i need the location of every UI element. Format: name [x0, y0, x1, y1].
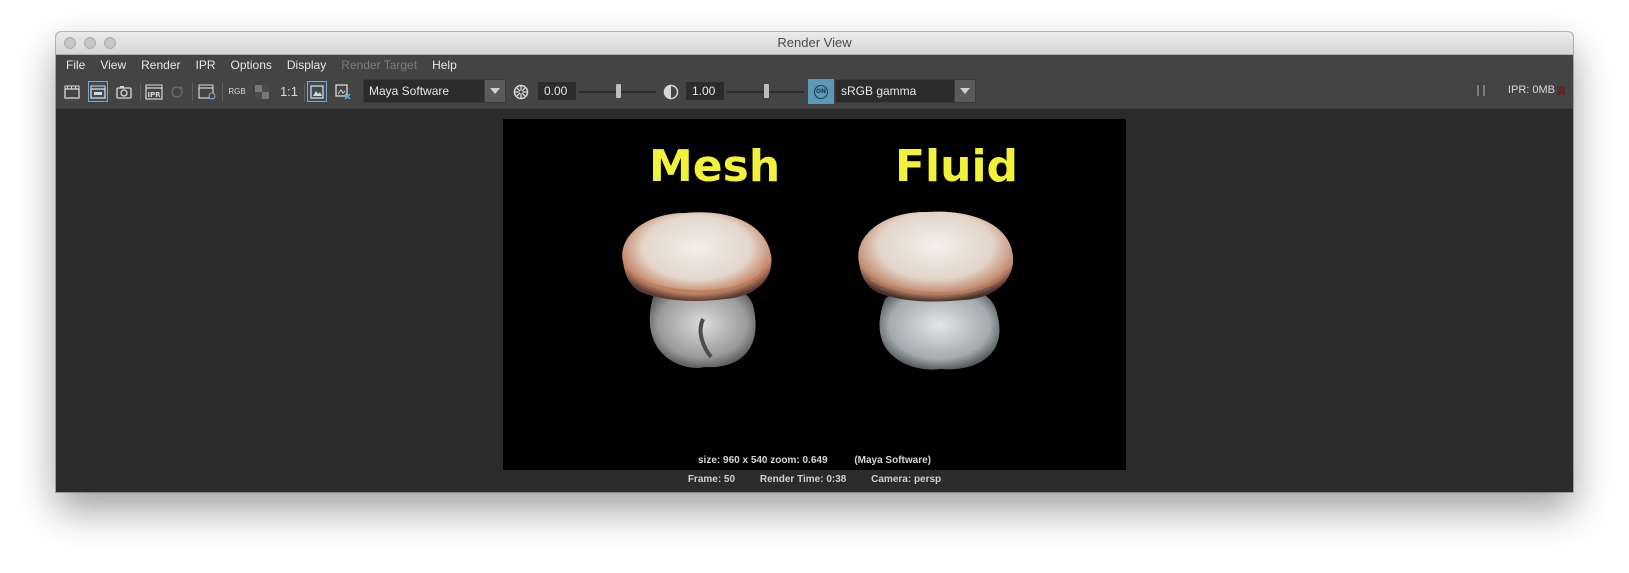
image-size-info: size: 960 x 540 zoom: 0.649: [698, 455, 828, 466]
remove-image-icon[interactable]: [334, 82, 352, 101]
snapshot-icon[interactable]: [115, 82, 133, 101]
toolbar-separator: [140, 83, 141, 101]
menu-options[interactable]: Options: [231, 55, 272, 75]
ipr-render-icon[interactable]: IPR: [144, 82, 164, 101]
fluid-label: Fluid: [895, 141, 1019, 192]
toolbar-separator: [192, 83, 193, 101]
exposure-icon[interactable]: [512, 82, 530, 101]
real-size-button[interactable]: 1:1: [278, 82, 300, 101]
image-info-line: size: 960 x 540 zoom: 0.649 (Maya Softwa…: [503, 455, 1126, 466]
color-management-on-icon: ON: [814, 84, 828, 99]
rgb-channel-toggle[interactable]: RGB: [226, 82, 248, 101]
menu-file[interactable]: File: [66, 55, 85, 75]
mesh-label: Mesh: [649, 141, 781, 192]
renderer-dropdown[interactable]: Maya Software: [363, 79, 506, 103]
menu-bar: File View Render IPR Options Display Ren…: [56, 55, 1573, 75]
render-toolbar: IPR RGB 1:1 Maya Software 0.00 1.00 ON s…: [56, 75, 1573, 109]
stop-icon[interactable]: [1557, 86, 1565, 95]
toolbar-separator: [222, 83, 223, 101]
render-view-window: Render View File View Render IPR Options…: [56, 32, 1573, 492]
title-bar: Render View: [56, 32, 1573, 55]
render-status-line: Frame: 50 Render Time: 0:38 Camera: pers…: [503, 474, 1126, 485]
gamma-slider-thumb[interactable]: [763, 84, 769, 98]
ipr-memory-readout: IPR: 0MB: [1507, 84, 1555, 96]
refresh-ipr-icon: [168, 82, 186, 101]
fluid-cloud-image: [858, 211, 1014, 370]
color-management-toggle[interactable]: ON: [808, 79, 834, 104]
mesh-cloud-image: [622, 212, 772, 368]
renderer-value: Maya Software: [369, 84, 450, 98]
svg-text:IPR: IPR: [147, 91, 161, 99]
menu-ipr[interactable]: IPR: [196, 55, 216, 75]
alpha-channel-icon[interactable]: [254, 82, 270, 101]
keep-image-icon[interactable]: [307, 81, 327, 102]
render-region-icon[interactable]: [88, 81, 108, 102]
pause-icon[interactable]: [1477, 85, 1485, 96]
gamma-icon[interactable]: [662, 82, 680, 101]
rendered-image[interactable]: Mesh Fluid size: 960 x 540 zoom: 0.649 (…: [503, 119, 1126, 470]
camera-info: Camera: persp: [871, 474, 942, 485]
view-transform-dropdown[interactable]: sRGB gamma: [835, 79, 976, 103]
gamma-field[interactable]: 1.00: [686, 82, 724, 100]
frame-info: Frame: 50: [687, 474, 736, 485]
menu-view[interactable]: View: [100, 55, 126, 75]
toolbar-separator: [304, 83, 305, 101]
renderer-info: (Maya Software): [854, 455, 931, 466]
render-sequence-icon[interactable]: [197, 82, 217, 101]
exposure-slider-thumb[interactable]: [615, 84, 621, 98]
window-title: Render View: [777, 35, 852, 50]
render-viewport[interactable]: Mesh Fluid size: 960 x 540 zoom: 0.649 (…: [56, 109, 1573, 492]
view-transform-value: sRGB gamma: [841, 84, 917, 98]
menu-help[interactable]: Help: [432, 55, 457, 75]
menu-render-target: Render Target: [341, 58, 418, 72]
menu-render[interactable]: Render: [141, 55, 180, 75]
render-time-info: Render Time: 0:38: [759, 474, 847, 485]
clapper-icon[interactable]: [63, 82, 81, 101]
chevron-down-icon[interactable]: [954, 80, 975, 102]
exposure-field[interactable]: 0.00: [538, 82, 576, 100]
chevron-down-icon[interactable]: [484, 80, 505, 102]
menu-display[interactable]: Display: [287, 55, 326, 75]
